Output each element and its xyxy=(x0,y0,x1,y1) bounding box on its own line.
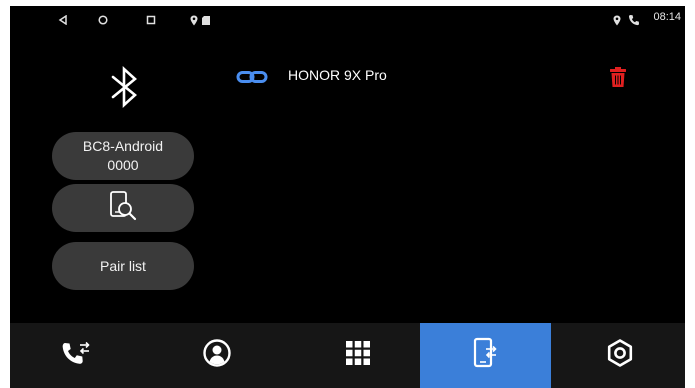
nav-keypad[interactable] xyxy=(292,323,423,388)
bottom-nav xyxy=(10,323,685,388)
head-unit-screen: 08:14 BC8-Android 0000 Pair list HONOR 9… xyxy=(10,6,685,388)
location-icon xyxy=(611,10,623,30)
bluetooth-icon xyxy=(107,64,143,110)
nav-settings[interactable] xyxy=(554,323,685,388)
device-name-label: BC8-Android xyxy=(82,138,164,154)
settings-icon xyxy=(606,339,634,372)
pair-list-label: Pair list xyxy=(100,257,146,274)
back-icon[interactable] xyxy=(54,10,72,30)
pair-list-button[interactable]: Pair list xyxy=(52,242,194,290)
paired-device-name[interactable]: HONOR 9X Pro xyxy=(288,67,387,83)
phone-call-icon xyxy=(627,10,641,30)
contacts-icon xyxy=(202,339,231,372)
sd-card-icon xyxy=(201,10,211,30)
bluetooth-devices-icon xyxy=(473,337,499,374)
device-info-button[interactable]: BC8-Android 0000 xyxy=(52,132,194,180)
location-icon xyxy=(188,10,200,30)
home-icon[interactable] xyxy=(94,10,112,30)
status-time: 08:14 xyxy=(653,11,681,23)
nav-contacts[interactable] xyxy=(151,323,282,388)
trash-icon[interactable] xyxy=(609,66,627,88)
keypad-icon xyxy=(345,340,371,371)
nav-dialer[interactable] xyxy=(10,323,141,388)
recents-icon[interactable] xyxy=(142,10,160,30)
search-devices-button[interactable] xyxy=(52,184,194,232)
status-bar: 08:14 xyxy=(10,6,685,34)
device-pin-label: 0000 xyxy=(107,157,139,173)
nav-bluetooth-devices[interactable] xyxy=(420,323,551,388)
dialer-icon xyxy=(61,340,91,371)
phone-search-icon xyxy=(108,190,138,227)
link-icon[interactable] xyxy=(236,69,268,85)
